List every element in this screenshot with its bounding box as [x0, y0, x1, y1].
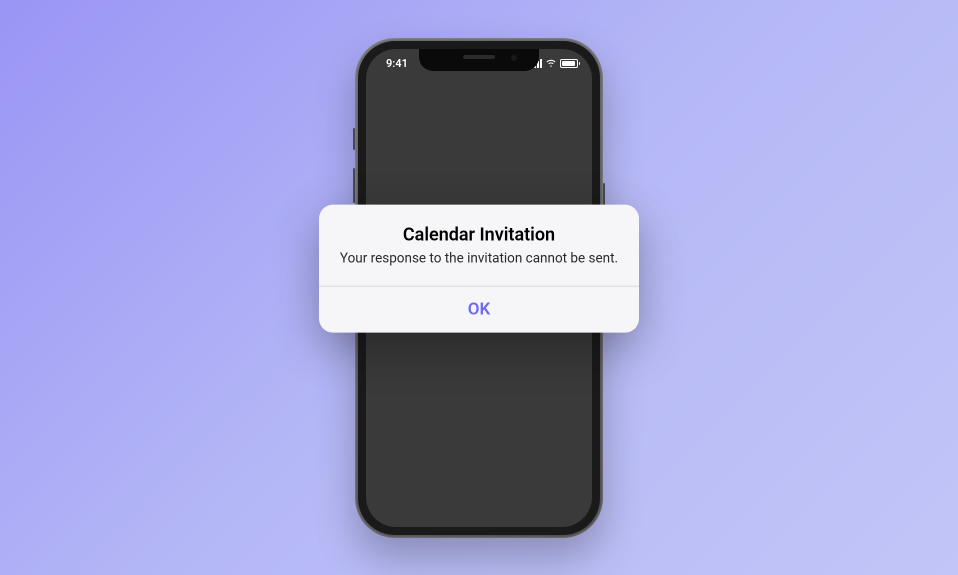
ok-button[interactable]: OK: [319, 286, 639, 332]
speaker: [463, 55, 495, 59]
status-time: 9:41: [380, 57, 408, 70]
alert-content: Calendar Invitation Your response to the…: [319, 204, 639, 285]
phone-notch: [419, 49, 539, 71]
wifi-icon: [545, 59, 557, 68]
battery-icon: [560, 59, 578, 68]
alert-dialog: Calendar Invitation Your response to the…: [319, 204, 639, 332]
alert-message: Your response to the invitation cannot b…: [337, 249, 621, 267]
front-camera: [511, 55, 517, 61]
alert-title: Calendar Invitation: [337, 224, 621, 245]
